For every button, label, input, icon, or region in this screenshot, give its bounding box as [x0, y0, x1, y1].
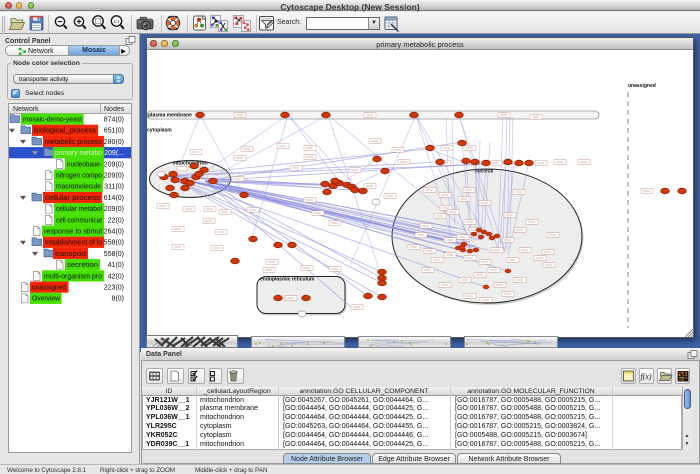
- svg-text:unassigned: unassigned: [628, 83, 656, 89]
- svg-text:Overview: Overview: [32, 296, 61, 303]
- svg-text:1:1: 1:1: [113, 19, 120, 24]
- svg-text:metabolic process: metabolic process: [45, 139, 102, 146]
- svg-text:nucleobase-: nucleobase-: [67, 161, 103, 168]
- svg-text:macromolecule: macromolecule: [56, 184, 101, 191]
- svg-text:cellular metabol: cellular metabol: [56, 206, 102, 213]
- svg-text:209(0): 209(0): [104, 173, 124, 180]
- svg-text:8(0): 8(0): [112, 296, 124, 303]
- svg-text:264(0): 264(0): [104, 229, 124, 236]
- svg-text:209(...: 209(...: [104, 150, 124, 157]
- svg-text:endoplasmic reticulum: endoplasmic reticulum: [260, 277, 315, 283]
- svg-text:cellular process: cellular process: [45, 195, 101, 202]
- svg-text:mosaic-demo-yeast: mosaic-demo-yeast: [23, 117, 82, 124]
- svg-text:874(0): 874(0): [104, 117, 124, 124]
- svg-text:cell communicat: cell communicat: [56, 217, 102, 224]
- svg-text:209(0): 209(0): [104, 206, 124, 213]
- svg-text:311(0): 311(0): [104, 184, 124, 191]
- svg-text:biological_process: biological_process: [34, 128, 97, 135]
- svg-text:secretion: secretion: [67, 262, 98, 269]
- svg-text:primary metabo: primary metabo: [55, 150, 102, 157]
- svg-text:280(0): 280(0): [104, 139, 124, 146]
- svg-text:41(0): 41(0): [108, 262, 124, 269]
- svg-text:651(0): 651(0): [104, 128, 124, 135]
- svg-text:614(0): 614(0): [104, 195, 124, 202]
- svg-text:response to stimul: response to stimul: [44, 229, 102, 236]
- svg-text:establishment of lo: establishment of lo: [45, 240, 102, 247]
- svg-text:transport: transport: [55, 251, 86, 258]
- svg-text:558(0): 558(0): [104, 240, 124, 247]
- svg-text:unassigned: unassigned: [32, 285, 66, 292]
- svg-text:558(0): 558(0): [104, 251, 124, 258]
- svg-text:209(0): 209(0): [104, 161, 124, 168]
- svg-text:plasma membrane: plasma membrane: [148, 113, 192, 119]
- svg-text:multi-organism pro: multi-organism pro: [44, 273, 102, 280]
- svg-text:223(0): 223(0): [104, 285, 124, 292]
- svg-text:22(0): 22(0): [108, 217, 124, 224]
- svg-text:cytoplasm: cytoplasm: [147, 128, 172, 134]
- svg-text:f(x): f(x): [640, 372, 651, 381]
- svg-text:42(0): 42(0): [108, 273, 124, 280]
- svg-text:nitrogen compo: nitrogen compo: [56, 173, 102, 180]
